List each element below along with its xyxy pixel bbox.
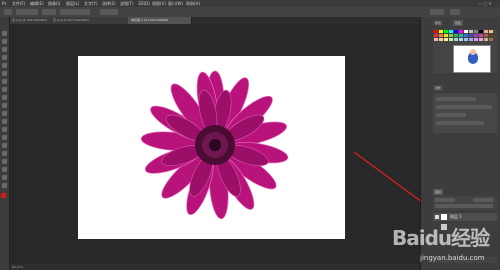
swatch[interactable] bbox=[469, 34, 473, 37]
layer-thumbnail bbox=[441, 214, 447, 220]
swatch[interactable] bbox=[444, 38, 448, 41]
swatch[interactable] bbox=[439, 34, 443, 37]
annotation-arrow bbox=[353, 151, 431, 209]
tab-color[interactable]: 颜色 bbox=[433, 20, 444, 26]
tab-layers[interactable]: 图层 bbox=[433, 189, 444, 195]
layer-row[interactable]: 图层 1 bbox=[433, 213, 497, 221]
layer-name[interactable]: 图层 1 bbox=[450, 213, 462, 221]
baidu-watermark: Baidu经验 bbox=[392, 226, 490, 250]
watermark-url: jingyan.baidu.com bbox=[420, 254, 485, 262]
swatch[interactable] bbox=[444, 34, 448, 37]
swatch[interactable] bbox=[484, 38, 488, 41]
swatch[interactable] bbox=[464, 34, 468, 37]
swatch[interactable] bbox=[454, 34, 458, 37]
swatch[interactable] bbox=[449, 34, 453, 37]
swatch[interactable] bbox=[489, 34, 493, 37]
swatch[interactable] bbox=[454, 30, 458, 33]
swatch[interactable] bbox=[459, 30, 463, 33]
swatch[interactable] bbox=[464, 38, 468, 41]
eye-icon[interactable] bbox=[435, 215, 439, 219]
swatch[interactable] bbox=[449, 30, 453, 33]
swatch[interactable] bbox=[479, 30, 483, 33]
swatch[interactable] bbox=[464, 30, 468, 33]
swatch[interactable] bbox=[474, 34, 478, 37]
swatch[interactable] bbox=[469, 38, 473, 41]
swatch[interactable] bbox=[449, 38, 453, 41]
swatch[interactable] bbox=[434, 34, 438, 37]
swatch[interactable] bbox=[459, 38, 463, 41]
swatch[interactable] bbox=[439, 30, 443, 33]
swatch[interactable] bbox=[474, 30, 478, 33]
swatch[interactable] bbox=[489, 38, 493, 41]
swatches-grid bbox=[433, 29, 497, 73]
zoom-level[interactable]: 66.67% bbox=[12, 264, 23, 270]
swatch[interactable] bbox=[489, 30, 493, 33]
swatch[interactable] bbox=[484, 30, 488, 33]
swatch[interactable] bbox=[469, 30, 473, 33]
swatch-preview-image bbox=[453, 45, 491, 73]
swatch[interactable] bbox=[444, 30, 448, 33]
layers-filter-bar bbox=[433, 196, 497, 210]
swatch[interactable] bbox=[484, 34, 488, 37]
swatch[interactable] bbox=[479, 34, 483, 37]
tab-adjustments[interactable]: 调整 bbox=[433, 85, 444, 91]
swatch[interactable] bbox=[454, 38, 458, 41]
swatch[interactable] bbox=[479, 38, 483, 41]
swatch[interactable] bbox=[474, 38, 478, 41]
tab-swatches[interactable]: 色板 bbox=[453, 20, 464, 26]
swatch[interactable] bbox=[459, 34, 463, 37]
swatch[interactable] bbox=[434, 30, 438, 33]
adjustments-content bbox=[433, 93, 497, 133]
status-bar: 66.67% bbox=[10, 264, 420, 270]
swatch[interactable] bbox=[434, 38, 438, 41]
swatch[interactable] bbox=[439, 38, 443, 41]
